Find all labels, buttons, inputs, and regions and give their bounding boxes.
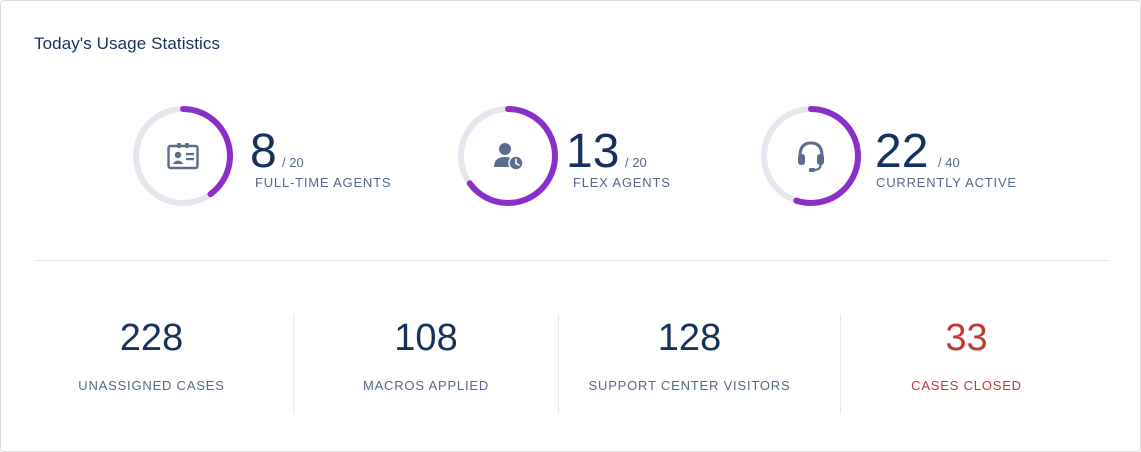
stat-support-center-visitors: 128 SUPPORT CENTER VISITORS [559, 314, 820, 414]
stat-value: 108 [394, 317, 458, 359]
gauge-full-time-agents: 8 / 20 FULL-TIME AGENTS [131, 104, 401, 208]
metric-label: FLEX AGENTS [573, 175, 671, 190]
stat-value: 128 [657, 317, 722, 359]
metric-total: / 20 [625, 155, 647, 170]
stat-label: MACROS APPLIED [362, 378, 490, 393]
stat-label: UNASSIGNED CASES [78, 378, 225, 393]
gauge-currently-active: 22 / 40 CURRENTLY ACTIVE [759, 104, 1019, 208]
contact-card-icon [163, 136, 203, 176]
card-title: Today's Usage Statistics [34, 34, 221, 53]
stat-value: 33 [945, 317, 988, 359]
metric-total: / 40 [938, 155, 960, 170]
stat-unassigned-cases: 228 UNASSIGNED CASES [34, 314, 269, 414]
usage-statistics-card: Today's Usage Statistics 8 / 20 FULL-TIM… [0, 0, 1141, 452]
metric-value: 22 [875, 125, 929, 178]
section-divider [34, 260, 1110, 261]
headset-icon [791, 136, 831, 176]
metric-value: 8 [250, 125, 277, 178]
metric-total: / 20 [282, 155, 304, 170]
gauge-flex-agents: 13 / 20 FLEX AGENTS [456, 104, 706, 208]
stat-cases-closed: 33 CASES CLOSED [841, 314, 1092, 414]
stat-macros-applied: 108 MACROS APPLIED [294, 314, 558, 414]
user-clock-icon [488, 136, 528, 176]
stat-value: 228 [119, 317, 184, 359]
metric-value: 13 [566, 125, 620, 178]
metric-label: FULL-TIME AGENTS [255, 175, 392, 190]
stat-label: CASES CLOSED [911, 378, 1022, 393]
stat-label: SUPPORT CENTER VISITORS [588, 378, 791, 393]
metric-label: CURRENTLY ACTIVE [876, 175, 1017, 190]
